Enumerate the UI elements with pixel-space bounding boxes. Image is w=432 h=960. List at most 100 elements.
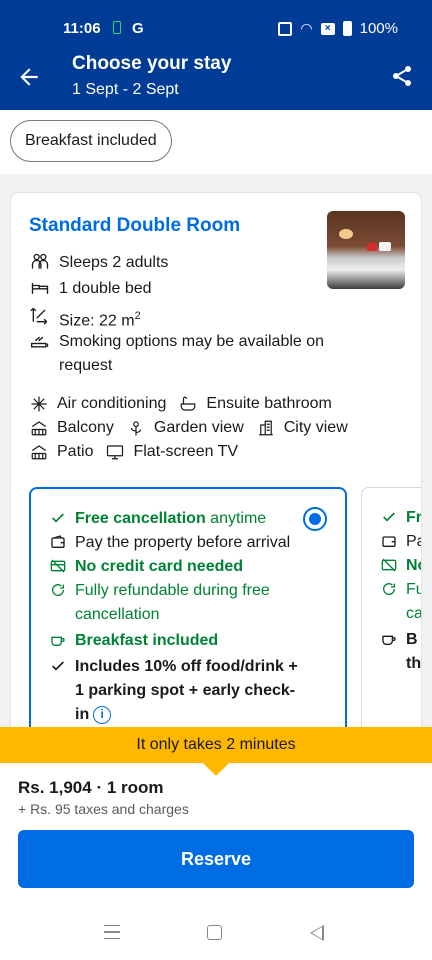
amenity-label: Balcony — [57, 419, 114, 436]
bathtub-icon — [178, 394, 198, 414]
app-header: 11:06 G ◠ × 100% Choose your stay 1 Sept… — [0, 0, 432, 110]
no-card-icon — [49, 555, 67, 577]
feature-bed: 1 double bed — [29, 277, 152, 301]
offer-text: Fully refundable during free cancellatio… — [75, 582, 270, 623]
feature-sleeps: Sleeps 2 adults — [29, 251, 168, 275]
patio-icon — [29, 442, 49, 462]
page-title: Choose your stay — [72, 53, 232, 74]
coffee-cup-icon — [49, 629, 67, 651]
feature-text: 1 double bed — [59, 280, 152, 297]
recents-icon[interactable] — [104, 925, 120, 939]
feature-smoking: Smoking options may be available on requ… — [29, 330, 329, 378]
city-icon — [256, 418, 276, 438]
people-icon — [29, 251, 51, 273]
offer2-text: B — [406, 631, 418, 648]
amenity-label: Air conditioning — [57, 395, 167, 412]
feature-size: Size: 22 m2 — [29, 304, 141, 333]
offer2-line: No — [380, 554, 421, 578]
amenity-label: Patio — [57, 443, 94, 460]
nfc-icon — [278, 21, 293, 36]
photo-lamp — [339, 229, 353, 239]
stay-dates[interactable]: 1 Sept - 2 Sept — [72, 81, 179, 99]
room-name[interactable]: Standard Double Room — [29, 215, 240, 237]
offer-text: Includes 10% off food/drink + 1 parking … — [75, 655, 309, 727]
amenity-cityview: City view — [256, 416, 348, 440]
check-icon — [49, 507, 67, 529]
reserve-button[interactable]: Reserve — [18, 830, 414, 888]
offer-text: Free cancellation anytime — [75, 507, 266, 531]
info-icon[interactable]: i — [93, 705, 112, 724]
free-cancel-rest: anytime — [205, 510, 267, 527]
size-unit-sup: 2 — [134, 310, 141, 322]
smoking-icon — [29, 330, 51, 352]
sim-icon: × — [320, 22, 335, 35]
battery-icon — [342, 21, 352, 36]
photo-pillow-white — [379, 242, 391, 251]
photo-pillow-red — [367, 243, 377, 251]
refund-icon — [49, 579, 67, 601]
filter-bar: Breakfast included — [0, 110, 432, 174]
offer-text: No credit card needed — [75, 558, 244, 575]
banner-pointer — [203, 763, 229, 776]
amenity-label: City view — [283, 419, 348, 436]
home-icon[interactable] — [207, 925, 222, 940]
flower-icon — [126, 418, 146, 438]
offer-radio-selected[interactable] — [303, 507, 327, 531]
offer-includes: Includes 10% off food/drink + 1 parking … — [49, 655, 309, 727]
amenity-patio: Patio — [29, 440, 93, 464]
offer2-line: Fr — [380, 506, 422, 530]
check-icon — [49, 655, 67, 677]
offer-text: Breakfast included — [75, 632, 219, 649]
back-arrow-icon[interactable] — [16, 64, 42, 90]
offer-card-selected[interactable]: Free cancellation anytime Pay the proper… — [29, 487, 347, 751]
offer-refundable: Fully refundable during free cancellatio… — [49, 579, 289, 627]
amenity-ac: Air conditioning — [29, 392, 166, 416]
offer2-line: ca — [406, 602, 422, 626]
no-card-icon — [380, 554, 398, 576]
wallet-icon — [49, 531, 67, 553]
offer2-text: ca — [406, 605, 422, 622]
offer-breakfast: Breakfast included — [49, 629, 218, 653]
offer2-line: Pa — [380, 530, 421, 554]
status-bar: 11:06 G ◠ × 100% — [0, 0, 432, 58]
offer-text: Pay the property before arrival — [75, 534, 291, 551]
offer2-text: No — [406, 557, 421, 574]
amenity-label: Flat-screen TV — [133, 443, 239, 460]
size-value: Size: 22 m — [59, 312, 135, 330]
bed-icon — [29, 277, 51, 299]
booking-sheet: Rs. 1,904 · 1 room + Rs. 95 taxes and ch… — [0, 763, 432, 903]
offer-card-alternative[interactable]: Fr Pa No Fu ca B th — [361, 487, 422, 751]
refund-icon — [380, 578, 398, 600]
room-photo[interactable] — [327, 211, 405, 289]
amenity-balcony: Balcony — [29, 416, 114, 440]
check-icon — [380, 506, 398, 528]
room-card: Standard Double Room Sleeps 2 adults 1 d… — [10, 192, 422, 752]
amenity-tv: Flat-screen TV — [105, 440, 238, 464]
amenities-row-2: Balcony Garden view City view — [29, 416, 360, 440]
filter-chip-breakfast[interactable]: Breakfast included — [10, 120, 172, 162]
offer2-line: B — [380, 628, 418, 652]
amenity-label: Garden view — [153, 419, 244, 436]
wifi-icon: ◠ — [300, 20, 313, 36]
share-icon[interactable] — [390, 64, 414, 88]
feature-text: Sleeps 2 adults — [59, 254, 169, 271]
amenity-garden: Garden view — [126, 416, 244, 440]
amenities-row-3: Patio Flat-screen TV — [29, 440, 250, 464]
network-type: G — [132, 20, 144, 37]
offer2-text: Fr — [406, 509, 422, 526]
coffee-cup-icon — [380, 628, 398, 650]
battery-percent: 100% — [359, 20, 398, 37]
size-icon — [29, 304, 51, 326]
system-back-icon[interactable] — [310, 925, 324, 941]
offer-pay-property: Pay the property before arrival — [49, 531, 290, 555]
free-cancel-bold: Free cancellation — [75, 510, 206, 527]
price-summary: Rs. 1,904 · 1 room — [18, 778, 164, 797]
battery-saver-icon — [113, 21, 121, 34]
snowflake-icon — [29, 394, 49, 414]
amenities-row-1: Air conditioning Ensuite bathroom — [29, 392, 344, 416]
offer2-text: Fu — [406, 581, 421, 598]
offer2-text: Pa — [406, 533, 421, 550]
status-time: 11:06 — [63, 20, 101, 37]
amenity-bathroom: Ensuite bathroom — [178, 392, 332, 416]
system-navbar — [0, 903, 432, 960]
